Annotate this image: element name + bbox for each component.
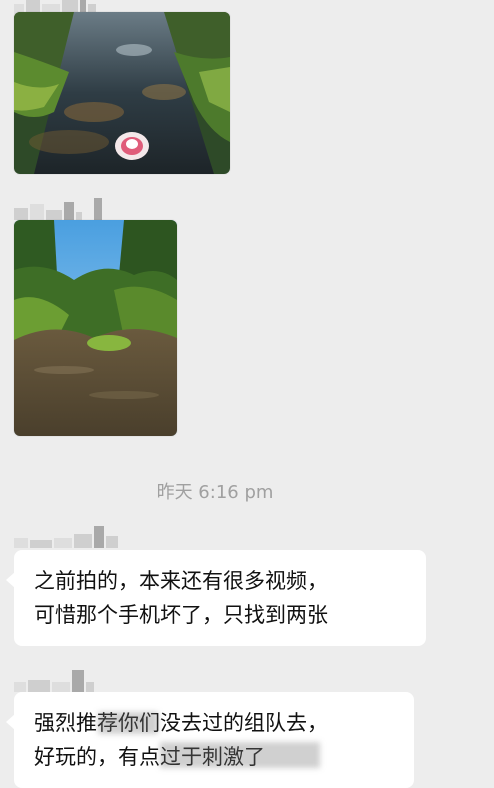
message-text-line: 之前拍的，本来还有很多视频， xyxy=(34,569,328,593)
message-bubble[interactable]: 强烈推荐你们没去过的组队去， 好玩的，有点过于刺激了 xyxy=(6,692,414,788)
message-text-line: 强烈推荐你们没去过的组队去， xyxy=(34,711,328,735)
message-text-line: 可惜那个手机坏了，只找到两张 xyxy=(34,603,328,627)
sender-name-blurred xyxy=(14,198,102,220)
photo-river-boat[interactable] xyxy=(14,12,230,174)
blur-overlay xyxy=(160,742,320,768)
sender-name-blurred xyxy=(14,526,118,548)
message-bubble[interactable]: 之前拍的，本来还有很多视频， 可惜那个手机坏了，只找到两张 xyxy=(6,550,426,646)
sender-name-blurred xyxy=(14,670,94,692)
photo-river-forest[interactable] xyxy=(14,220,177,436)
message-timestamp: 昨天 6:16 pm xyxy=(156,482,274,503)
chat-thread[interactable]: 昨天 6:16 pm 之前拍的，本来还有很多视频， 可惜那个手机坏了，只找到两张… xyxy=(0,0,494,788)
inflatable-boat xyxy=(115,132,149,160)
blur-overlay xyxy=(98,712,158,734)
